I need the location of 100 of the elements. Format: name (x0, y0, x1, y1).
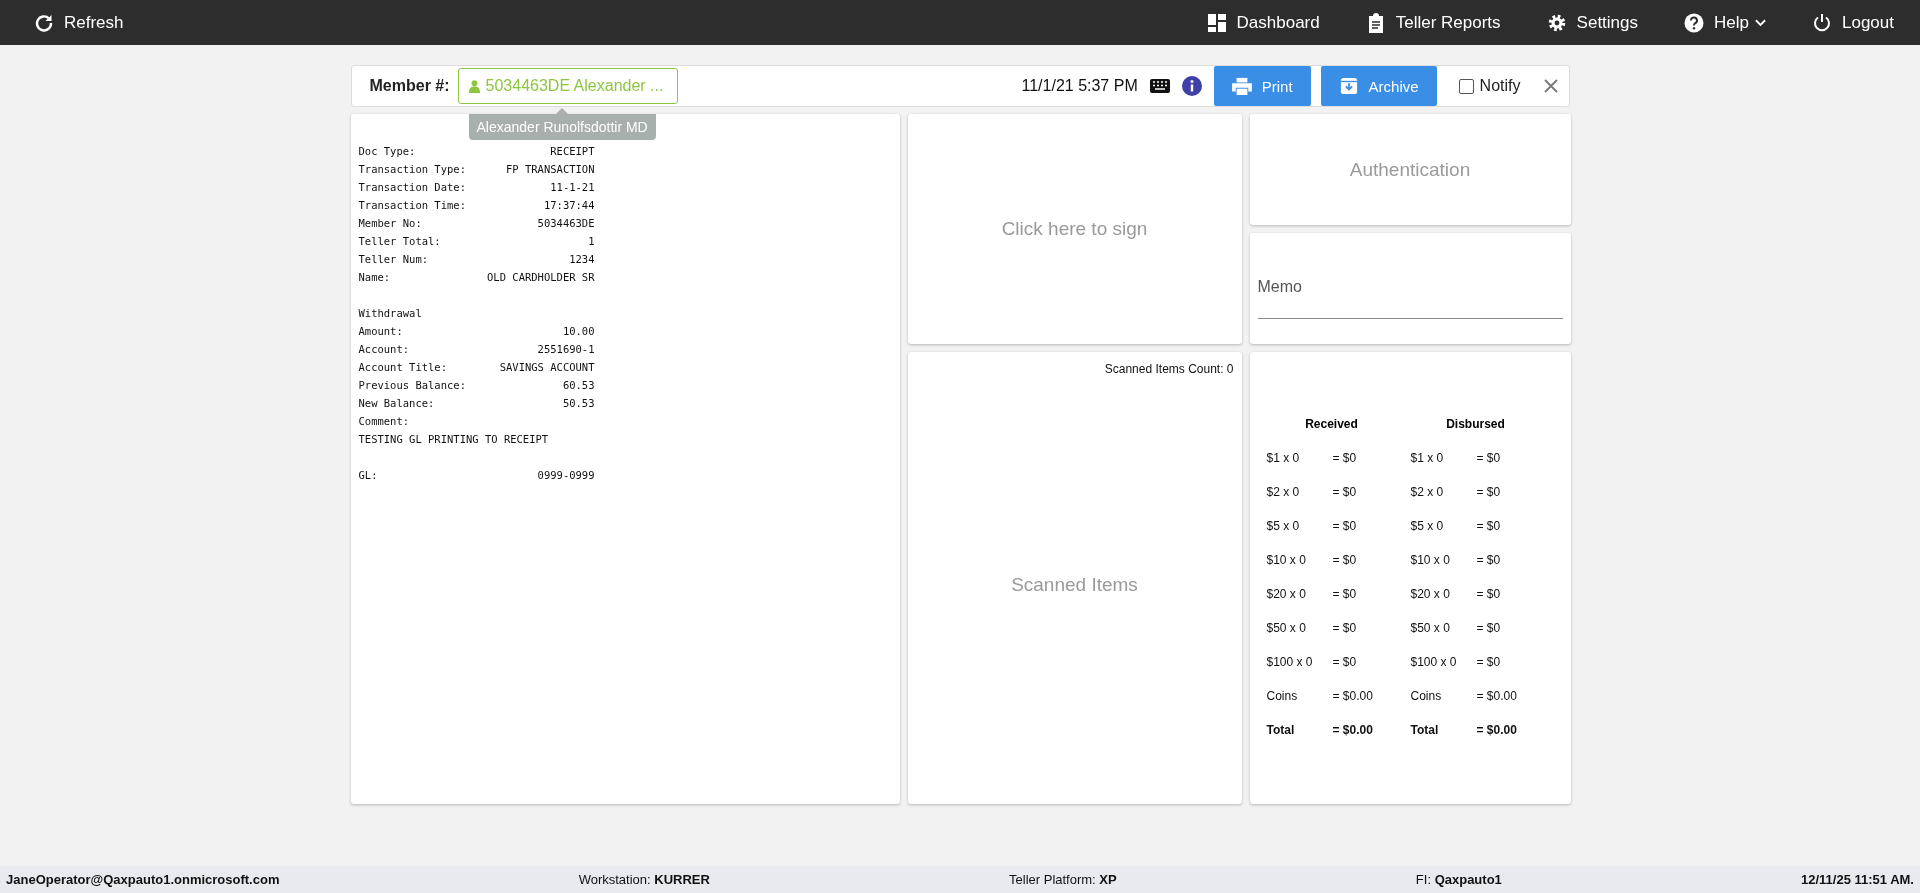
receipt-value: 50.53 (562, 397, 595, 409)
help-icon (1684, 12, 1705, 33)
status-field: Teller Platform: XP (1009, 872, 1117, 887)
status-field: Workstation: KURRER (578, 872, 710, 887)
amount-value: = $0 (1332, 553, 1357, 567)
amount-value: = $0 (1476, 553, 1501, 567)
status-field: FI: Qaxpauto1 (1415, 872, 1502, 887)
amount-value: = $0 (1476, 451, 1501, 465)
receipt-value: 11-1-21 (550, 181, 595, 193)
printer-icon (1231, 77, 1252, 95)
denomination-label: Total (1266, 723, 1296, 737)
denomination-label: $10 x 0 (1410, 553, 1451, 567)
receipt-value: 1234 (569, 253, 595, 265)
receipt-value: 5034463DE (537, 217, 595, 229)
receipt-label: Transaction Type: (358, 163, 466, 175)
status-datetime: 12/11/25 11:51 AM. (1800, 872, 1914, 887)
receipt-label: Transaction Date: (358, 181, 466, 193)
receipt-label: Doc Type: (358, 145, 416, 157)
refresh-button[interactable]: Refresh (28, 8, 130, 37)
denomination-label: $5 x 0 (1266, 519, 1301, 533)
denomination-label: $1 x 0 (1266, 451, 1301, 465)
receipt-label: Account Title: (358, 361, 447, 373)
member-tooltip: Alexander Runolfsdottir MD (468, 108, 656, 140)
amount-value: = $0 (1332, 451, 1357, 465)
receipt-value: SAVINGS ACCOUNT (499, 361, 595, 373)
denomination-label: $100 x 0 (1266, 655, 1314, 669)
dashboard-icon (1206, 12, 1227, 33)
receipt-label: Member No: (358, 217, 422, 229)
refresh-icon (34, 12, 54, 33)
amount-value: = $0.00 (1476, 689, 1517, 703)
denomination-label: $20 x 0 (1410, 587, 1451, 601)
keyboard-icon[interactable] (1149, 79, 1170, 93)
close-icon[interactable] (1542, 78, 1559, 94)
amount-value: = $0 (1332, 621, 1357, 635)
denomination-label: $5 x 0 (1410, 519, 1445, 533)
user-email: JaneOperator@Qaxpauto1.onmicrosoft.com (6, 872, 280, 887)
denomination-label: Coins (1410, 689, 1443, 703)
receipt-label: New Balance: (358, 397, 435, 409)
denomination-label: Total (1410, 723, 1440, 737)
receipt-value: 60.53 (562, 379, 595, 391)
amount-value: = $0.00 (1476, 723, 1517, 737)
receipt-label: Teller Num: (358, 253, 429, 265)
nav-menu-button[interactable]: Help (1678, 8, 1772, 37)
denomination-label: $1 x 0 (1410, 451, 1445, 465)
denomination-label: $2 x 0 (1410, 485, 1445, 499)
archive-box-icon (1338, 77, 1359, 95)
denomination-label: Coins (1266, 689, 1299, 703)
amount-value: = $0 (1332, 519, 1357, 533)
scanned-items-dropzone[interactable]: Scanned Items Count: 0 Scanned Items (907, 352, 1242, 804)
power-icon (1812, 12, 1832, 33)
receipt-label: GL: (358, 469, 378, 481)
receipt-value: RECEIPT (550, 145, 595, 157)
amount-value: = $0 (1476, 519, 1501, 533)
receipt-value: OLD CARDHOLDER SR (487, 271, 595, 283)
denomination-label: $50 x 0 (1410, 621, 1451, 635)
receipt-value: 17:37:44 (543, 199, 595, 211)
cash-column-heading: Received (1304, 417, 1359, 431)
denomination-label: $50 x 0 (1266, 621, 1307, 635)
amount-value: = $0 (1332, 485, 1357, 499)
denomination-label: $100 x 0 (1410, 655, 1458, 669)
receipt-label: Account: (358, 343, 410, 355)
nav-menu-button[interactable]: Logout (1806, 8, 1900, 37)
settings-icon (1546, 12, 1567, 33)
chevron-down-icon (1755, 18, 1766, 27)
receipt-label: Teller Total: (358, 235, 441, 247)
nav-menu-button[interactable]: Dashboard (1200, 8, 1326, 37)
amount-value: = $0 (1332, 587, 1357, 601)
receipt-value: 10.00 (562, 325, 595, 337)
denomination-label: $10 x 0 (1266, 553, 1307, 567)
amount-value: = $0.00 (1332, 689, 1373, 703)
amount-value: = $0 (1476, 485, 1501, 499)
receipt-text: Comment: (358, 415, 410, 427)
user-icon (468, 79, 480, 93)
receipt-value: 1 (588, 235, 595, 247)
nav-menu-button[interactable]: Teller Reports (1359, 8, 1507, 37)
info-icon[interactable] (1181, 76, 1202, 96)
receipt-label: Previous Balance: (358, 379, 466, 391)
receipt-text: TESTING GL PRINTING TO RECEIPT (358, 433, 549, 445)
receipt-label: Amount: (358, 325, 403, 337)
amount-value: = $0.00 (1332, 723, 1373, 737)
member-label: Member #: (369, 77, 450, 95)
receipt-value: 0999-0999 (537, 469, 595, 481)
receipt-label: Name: (358, 271, 391, 283)
amount-value: = $0 (1332, 655, 1357, 669)
scanned-items-placeholder: Scanned Items (1011, 574, 1138, 596)
receipt-value: FP TRANSACTION (506, 163, 595, 175)
cash-column-heading: Disbursed (1445, 417, 1506, 431)
denomination-label: $20 x 0 (1266, 587, 1307, 601)
amount-value: = $0 (1476, 621, 1501, 635)
memo-field[interactable]: Memo (1249, 233, 1571, 344)
scanned-items-count: Scanned Items Count: 0 (1104, 362, 1234, 376)
nav-menu-button[interactable]: Settings (1540, 8, 1645, 37)
transaction-datetime: 11/1/21 5:37 PM (1021, 77, 1138, 95)
denomination-label: $2 x 0 (1266, 485, 1301, 499)
notify-checkbox[interactable]: Notify (1458, 77, 1521, 95)
amount-value: = $0 (1476, 587, 1501, 601)
receipt-value: 2551690-1 (537, 343, 595, 355)
receipt-label: Transaction Time: (358, 199, 466, 211)
receipt-text: Withdrawal (358, 307, 422, 319)
amount-value: = $0 (1476, 655, 1501, 669)
